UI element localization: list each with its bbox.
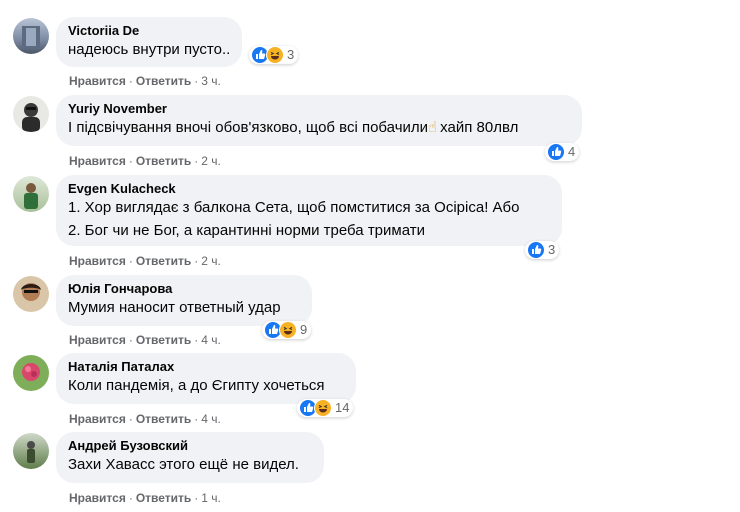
like-link[interactable]: Нравится <box>69 333 126 347</box>
comment-bubble: Юлія Гончарова Мумия наносит ответный уд… <box>56 275 312 326</box>
comment-actions: Нравится · Ответить · 2 ч. <box>69 154 221 168</box>
comment-actions: Нравится · Ответить · 2 ч. <box>69 254 221 268</box>
haha-reaction-icon <box>314 399 332 417</box>
avatar[interactable] <box>13 96 49 132</box>
reply-link[interactable]: Ответить <box>136 74 191 88</box>
reaction-count: 14 <box>335 400 350 415</box>
comment-author[interactable]: Наталія Паталах <box>68 359 344 375</box>
comment-actions: Нравится · Ответить · 4 ч. <box>69 333 221 347</box>
comment-actions: Нравится · Ответить · 1 ч. <box>69 491 221 505</box>
comment-actions: Нравится · Ответить · 3 ч. <box>69 74 221 88</box>
pointing-up-emoji: ☝ <box>428 119 438 136</box>
avatar[interactable] <box>13 18 49 54</box>
comment-author[interactable]: Андрей Бузовский <box>68 438 312 454</box>
like-link[interactable]: Нравится <box>69 491 126 505</box>
comment-timestamp[interactable]: 2 ч. <box>201 254 221 268</box>
haha-reaction-icon <box>279 321 297 339</box>
reply-link[interactable]: Ответить <box>136 333 191 347</box>
comment-author[interactable]: Юлія Гончарова <box>68 281 300 297</box>
comment-timestamp[interactable]: 3 ч. <box>201 74 221 88</box>
comment-author[interactable]: Victoriia De <box>68 23 230 39</box>
comment-bubble: Наталія Паталах Коли пандемія, а до Єгип… <box>56 353 356 404</box>
avatar[interactable] <box>13 355 49 391</box>
comment-timestamp[interactable]: 2 ч. <box>201 154 221 168</box>
comment-author[interactable]: Yuriy November <box>68 101 570 117</box>
like-reaction-icon <box>527 241 545 259</box>
like-link[interactable]: Нравится <box>69 412 126 426</box>
comment-author[interactable]: Evgen Kulacheck <box>68 181 550 197</box>
comment-text: Захи Хавасс этого ещё не видел. <box>68 456 299 473</box>
like-reaction-icon <box>547 143 565 161</box>
comment-text: Мумия наносит ответный удар <box>68 299 281 316</box>
reply-link[interactable]: Ответить <box>136 491 191 505</box>
reaction-summary[interactable]: 3 <box>525 241 560 259</box>
like-link[interactable]: Нравится <box>69 154 126 168</box>
comment-bubble: Yuriy November І підсвічування вночі обо… <box>56 95 582 146</box>
comment-timestamp[interactable]: 4 ч. <box>201 412 221 426</box>
like-link[interactable]: Нравится <box>69 74 126 88</box>
avatar[interactable] <box>13 276 49 312</box>
reaction-summary[interactable]: 14 <box>297 399 354 417</box>
comment-text: надеюсь внутри пусто.. <box>68 41 231 58</box>
comment-text: Коли пандемія, а до Єгипту хочеться <box>68 377 325 394</box>
reply-link[interactable]: Ответить <box>136 412 191 426</box>
reply-link[interactable]: Ответить <box>136 154 191 168</box>
comment-timestamp[interactable]: 1 ч. <box>201 491 221 505</box>
comment-text: І підсвічування вночі обов'язково, щоб в… <box>68 119 519 136</box>
comment-timestamp[interactable]: 4 ч. <box>201 333 221 347</box>
avatar[interactable] <box>13 176 49 212</box>
reaction-count: 3 <box>287 47 295 62</box>
reaction-summary[interactable]: 4 <box>545 143 580 161</box>
comment-bubble: Victoriia De надеюсь внутри пусто.. <box>56 17 242 67</box>
comment-actions: Нравится · Ответить · 4 ч. <box>69 412 221 426</box>
comment-bubble: Андрей Бузовский Захи Хавасс этого ещё н… <box>56 432 324 483</box>
comment-text: 1. Хор виглядає з балкона Сета, щоб помс… <box>68 199 520 216</box>
like-link[interactable]: Нравится <box>69 254 126 268</box>
comment-text: 2. Бог чи не Бог, а карантинні норми тре… <box>68 222 425 239</box>
haha-reaction-icon <box>266 46 284 64</box>
reaction-summary[interactable]: 3 <box>249 46 299 64</box>
reaction-count: 4 <box>568 144 576 159</box>
comment-bubble: Evgen Kulacheck 1. Хор виглядає з балкон… <box>56 175 562 246</box>
reaction-summary[interactable]: 9 <box>262 321 312 339</box>
reaction-count: 3 <box>548 242 556 257</box>
avatar[interactable] <box>13 433 49 469</box>
reaction-count: 9 <box>300 322 308 337</box>
reply-link[interactable]: Ответить <box>136 254 191 268</box>
